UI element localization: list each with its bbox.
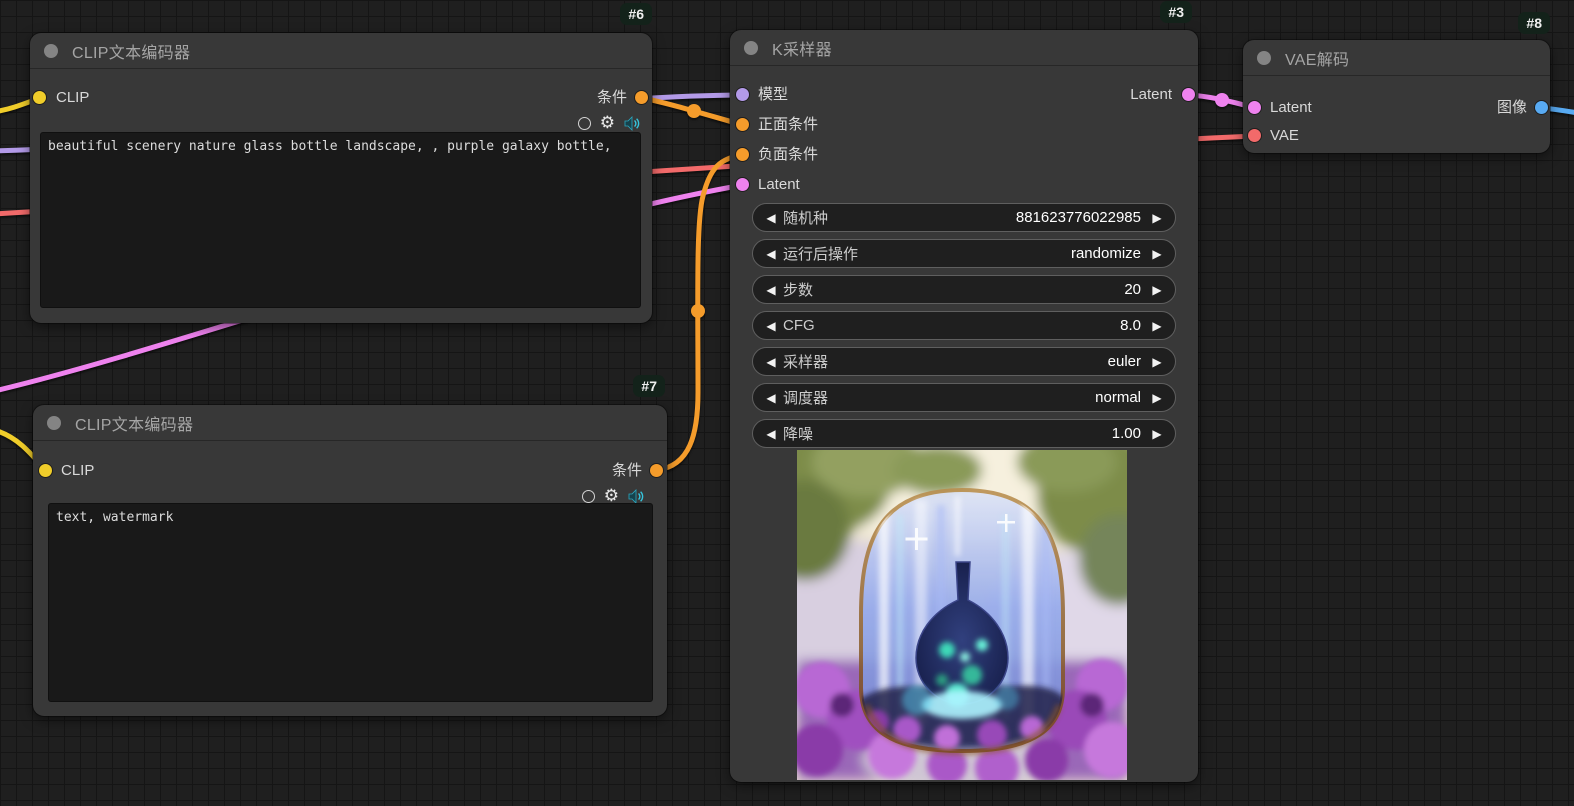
decrement-arrow-icon[interactable]: ◀	[763, 355, 779, 369]
input-slot-latent[interactable]	[736, 178, 749, 191]
speaker-icon[interactable]	[628, 489, 645, 504]
node-title: CLIP文本编码器	[75, 411, 193, 435]
output-slot-label: 条件	[597, 88, 627, 108]
increment-arrow-icon[interactable]: ▶	[1149, 283, 1165, 297]
widget-label: 降噪	[783, 423, 813, 444]
prompt-widget-icons: ⚙	[578, 114, 641, 132]
output-slot-latent[interactable]	[1182, 88, 1195, 101]
decrement-arrow-icon[interactable]: ◀	[763, 391, 779, 405]
decrement-arrow-icon[interactable]: ◀	[763, 319, 779, 333]
decrement-arrow-icon[interactable]: ◀	[763, 283, 779, 297]
input-slot-label: Latent	[758, 175, 800, 195]
decrement-arrow-icon[interactable]: ◀	[763, 211, 779, 225]
input-slot-label: 负面条件	[758, 145, 818, 165]
decrement-arrow-icon[interactable]: ◀	[763, 427, 779, 441]
widget-steps[interactable]: ◀ 步数 20 ▶	[752, 275, 1176, 304]
widget-label: 运行后操作	[783, 243, 858, 264]
increment-arrow-icon[interactable]: ▶	[1149, 211, 1165, 225]
input-slot-vae[interactable]	[1248, 129, 1261, 142]
output-slot-label: 图像	[1497, 98, 1527, 118]
input-slot-label: Latent	[1270, 98, 1312, 118]
prompt-textarea[interactable]: text, watermark	[48, 503, 653, 702]
node-clip-text-encoder-positive[interactable]: #6 CLIP文本编码器 CLIP 条件 ⚙ beautiful scenery…	[30, 33, 652, 323]
increment-arrow-icon[interactable]: ▶	[1149, 247, 1165, 261]
node-vae-decode[interactable]: #8 VAE解码 Latent VAE 图像	[1243, 40, 1550, 153]
widget-value[interactable]: 8.0	[1120, 317, 1141, 334]
widget-sampler-name[interactable]: ◀ 采样器 euler ▶	[752, 347, 1176, 376]
collapse-dot-icon[interactable]	[744, 41, 758, 55]
output-slot-conditioning[interactable]	[635, 91, 648, 104]
node-id-badge: #3	[1160, 1, 1192, 23]
increment-arrow-icon[interactable]: ▶	[1149, 355, 1165, 369]
input-slot-label: 正面条件	[758, 115, 818, 135]
gear-icon[interactable]: ⚙	[600, 115, 615, 132]
widget-value[interactable]: normal	[1095, 389, 1141, 406]
output-slot-conditioning[interactable]	[650, 464, 663, 477]
node-clip-text-encoder-negative[interactable]: #7 CLIP文本编码器 CLIP 条件 ⚙ text, watermark	[33, 405, 667, 716]
widget-control-after-generate[interactable]: ◀ 运行后操作 randomize ▶	[752, 239, 1176, 268]
link-dot	[1215, 93, 1229, 107]
input-slot-positive[interactable]	[736, 118, 749, 131]
widget-label: 步数	[783, 279, 813, 300]
widget-cfg[interactable]: ◀ CFG 8.0 ▶	[752, 311, 1176, 340]
speaker-icon[interactable]	[624, 116, 641, 131]
widget-label: 调度器	[783, 387, 828, 408]
wire-positive-conditioning	[642, 98, 743, 125]
node-graph-canvas[interactable]: #6 CLIP文本编码器 CLIP 条件 ⚙ beautiful scenery…	[0, 0, 1574, 806]
node-title: K采样器	[772, 36, 832, 60]
input-slot-model[interactable]	[736, 88, 749, 101]
input-slot-clip[interactable]	[39, 464, 52, 477]
input-slot-label: CLIP	[61, 461, 94, 481]
widget-value[interactable]: euler	[1108, 353, 1141, 370]
widget-seed[interactable]: ◀ 随机种 881623776022985 ▶	[752, 203, 1176, 232]
input-slot-label: CLIP	[56, 88, 89, 108]
decrement-arrow-icon[interactable]: ◀	[763, 247, 779, 261]
collapse-dot-icon[interactable]	[44, 44, 58, 58]
increment-arrow-icon[interactable]: ▶	[1149, 391, 1165, 405]
widget-label: 随机种	[783, 207, 828, 228]
node-ksampler[interactable]: #3 K采样器 模型 正面条件 负面条件 Latent Latent ◀ 随机种…	[730, 30, 1198, 782]
node-title: VAE解码	[1285, 46, 1349, 70]
increment-arrow-icon[interactable]: ▶	[1149, 427, 1165, 441]
link-dot	[687, 104, 701, 118]
preview-image	[797, 450, 1127, 780]
output-slot-label: 条件	[612, 461, 642, 481]
input-slot-clip[interactable]	[33, 91, 46, 104]
node-header[interactable]: CLIP文本编码器	[30, 33, 652, 69]
prompt-textarea[interactable]: beautiful scenery nature glass bottle la…	[40, 132, 641, 308]
node-id-badge: #7	[633, 375, 665, 397]
collapse-dot-icon[interactable]	[1257, 51, 1271, 65]
input-slot-negative[interactable]	[736, 148, 749, 161]
toggle-circle-icon[interactable]	[578, 117, 591, 130]
output-slot-image[interactable]	[1535, 101, 1548, 114]
node-id-badge: #6	[620, 3, 652, 25]
node-header[interactable]: VAE解码	[1243, 40, 1550, 76]
widget-denoise[interactable]: ◀ 降噪 1.00 ▶	[752, 419, 1176, 448]
widget-value[interactable]: 20	[1124, 281, 1141, 298]
widget-label: 采样器	[783, 351, 828, 372]
widget-value[interactable]: 1.00	[1112, 425, 1141, 442]
output-slot-label: Latent	[1130, 85, 1172, 105]
node-title: CLIP文本编码器	[72, 39, 190, 63]
link-dot	[691, 304, 705, 318]
widget-value[interactable]: randomize	[1071, 245, 1141, 262]
collapse-dot-icon[interactable]	[47, 416, 61, 430]
input-slot-label: VAE	[1270, 126, 1299, 146]
toggle-circle-icon[interactable]	[582, 490, 595, 503]
widget-label: CFG	[783, 317, 815, 334]
node-header[interactable]: K采样器	[730, 30, 1198, 66]
input-slot-label: 模型	[758, 85, 788, 105]
gear-icon[interactable]: ⚙	[604, 488, 619, 505]
input-slot-latent[interactable]	[1248, 101, 1261, 114]
node-header[interactable]: CLIP文本编码器	[33, 405, 667, 441]
widget-scheduler[interactable]: ◀ 调度器 normal ▶	[752, 383, 1176, 412]
widget-value[interactable]: 881623776022985	[1016, 209, 1141, 226]
increment-arrow-icon[interactable]: ▶	[1149, 319, 1165, 333]
node-id-badge: #8	[1518, 12, 1550, 34]
